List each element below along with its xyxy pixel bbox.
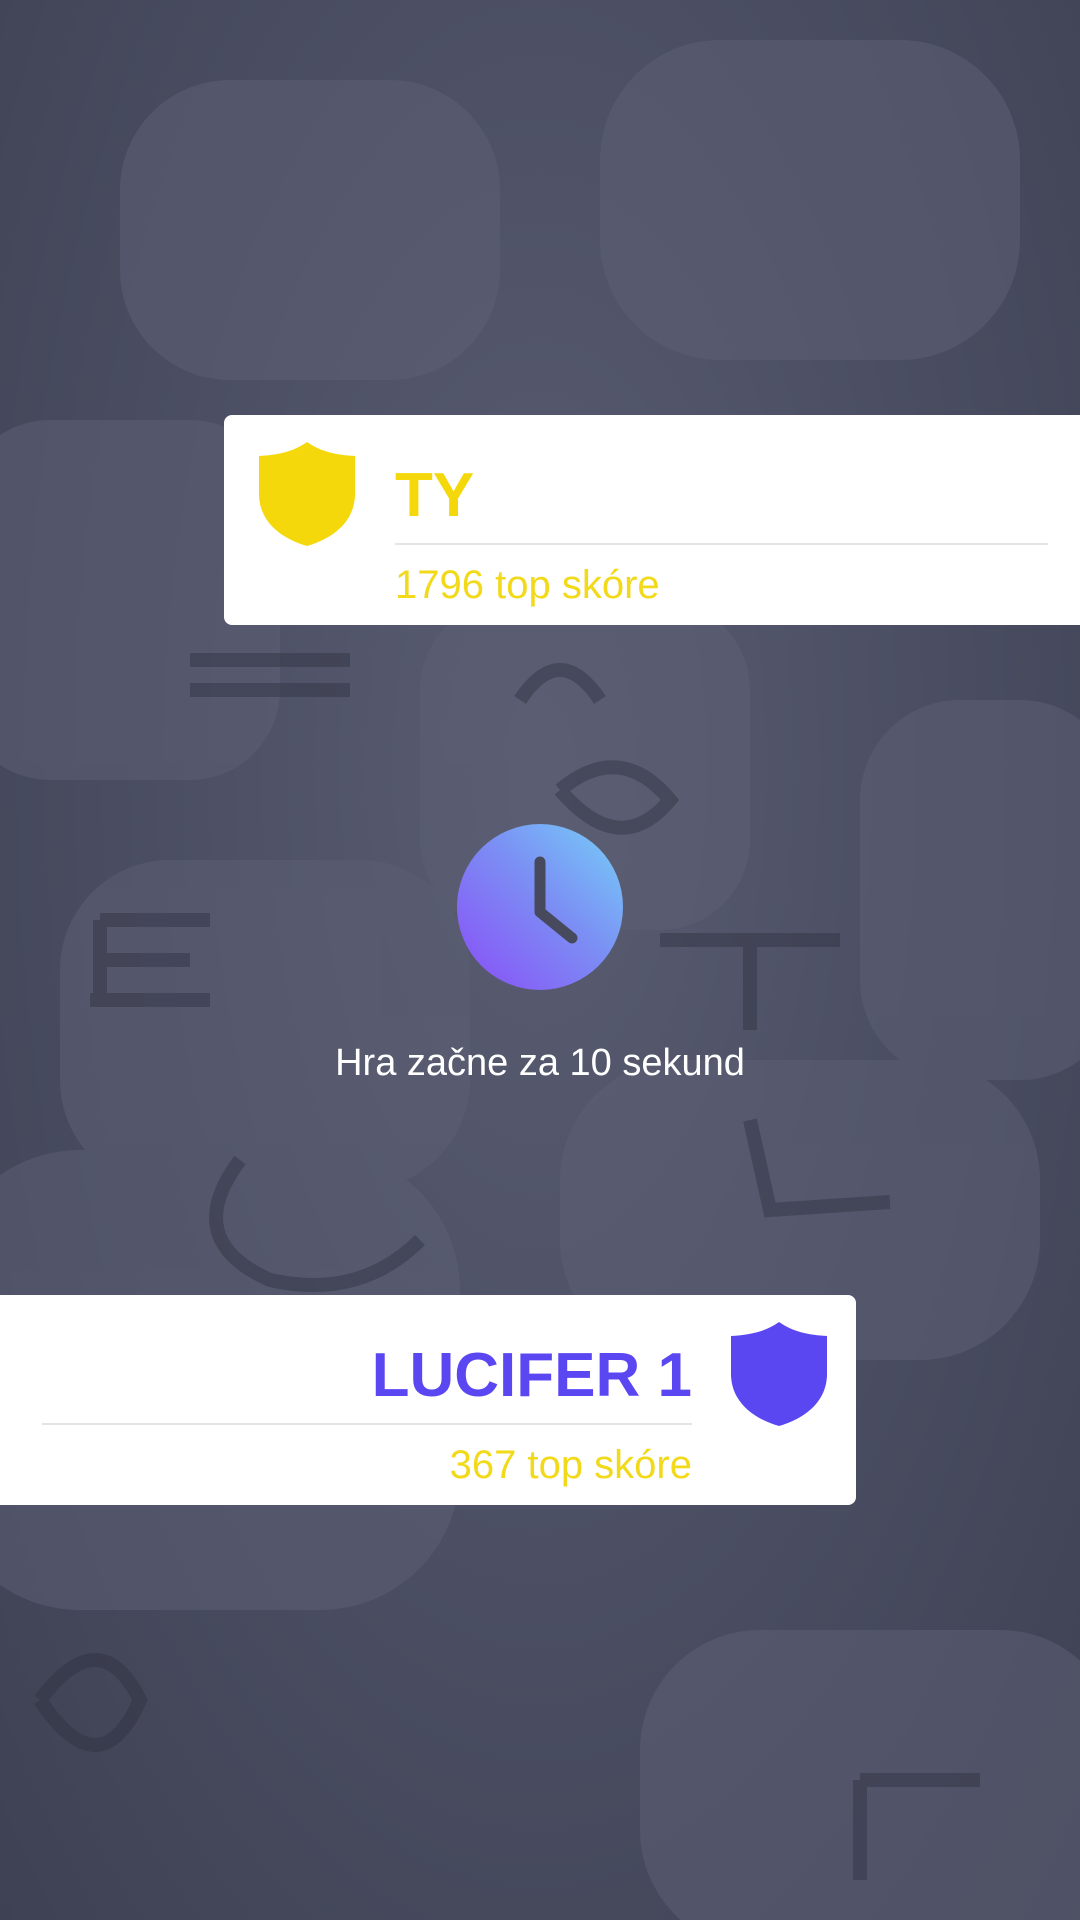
countdown-text: Hra začne za 10 sekund [335, 1042, 745, 1084]
timer [457, 824, 623, 990]
divider [395, 543, 1048, 545]
player-name-opponent: LUCIFER 1 [371, 1341, 692, 1410]
player-card-you: TY 1796 top skóre [224, 415, 1080, 625]
player-score-you: 1796 top skóre [395, 563, 660, 607]
divider [42, 1423, 692, 1425]
player-card-opponent: LUCIFER 1 367 top skóre [0, 1295, 856, 1505]
clock-icon [534, 856, 578, 944]
shield-icon [731, 1322, 827, 1426]
shield-icon [259, 442, 355, 546]
player-score-opponent: 367 top skóre [449, 1443, 692, 1487]
player-name-you: TY [395, 461, 475, 530]
